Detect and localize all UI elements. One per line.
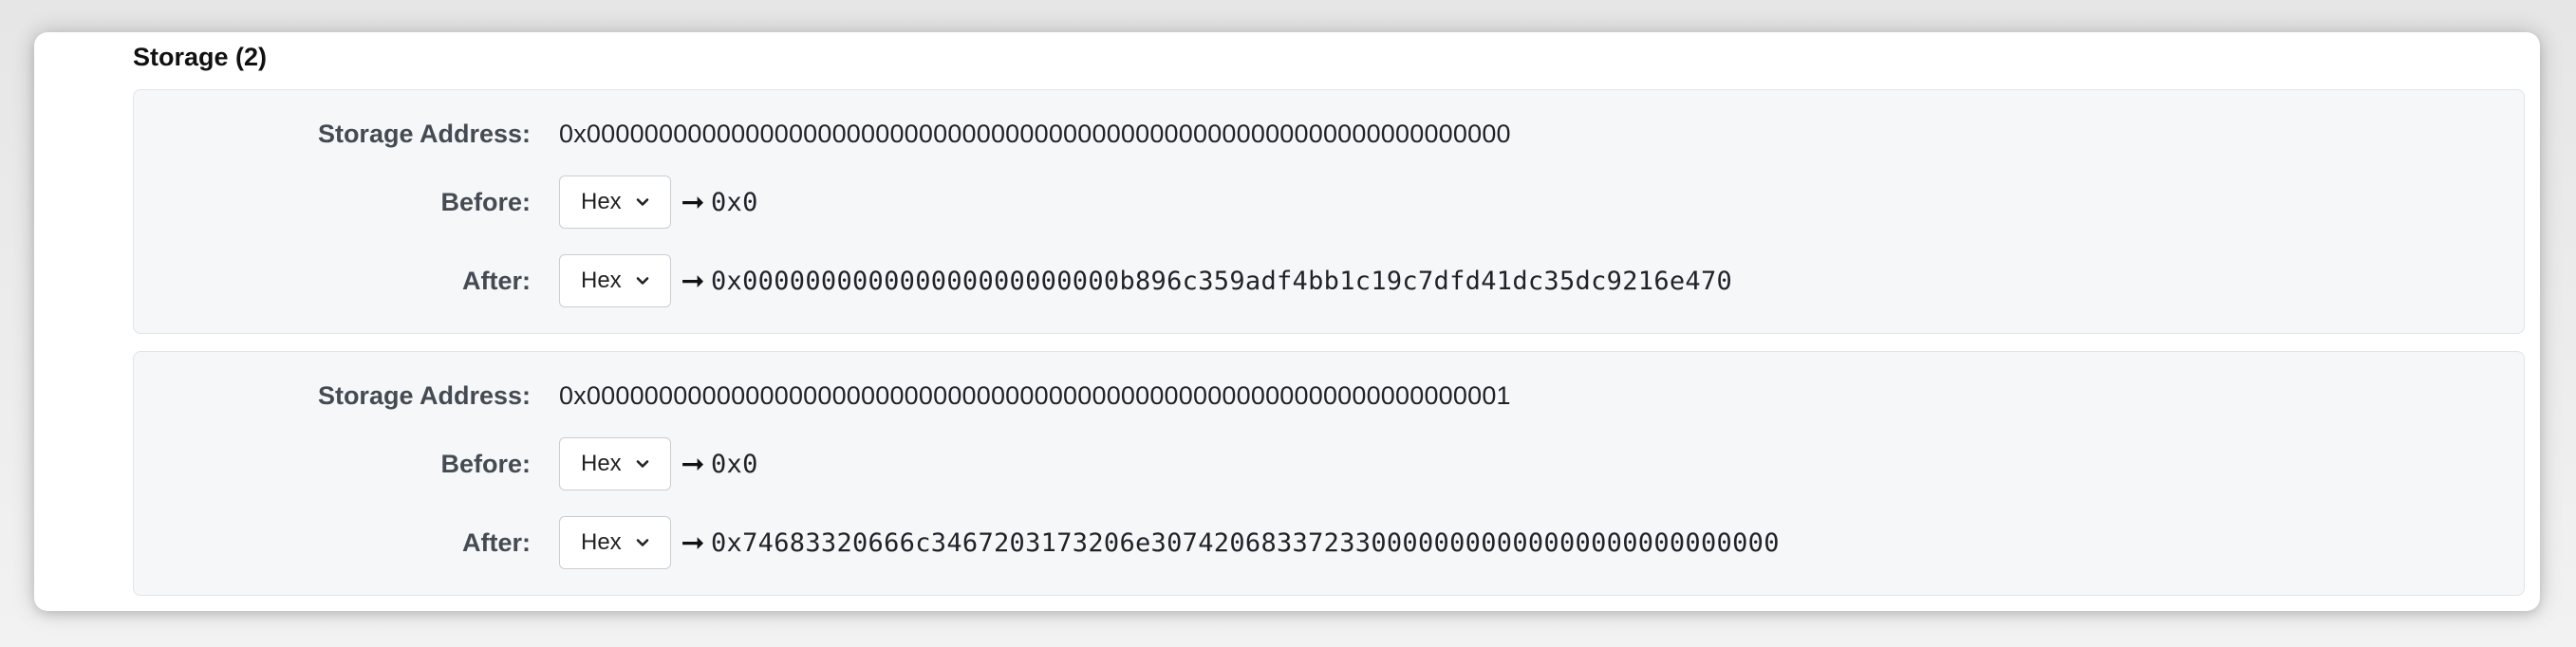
before-label: Before: [440,187,531,216]
section-title: Storage (2) [133,43,268,71]
after-format-value: Hex [581,268,622,293]
before-value: 0x0 [711,187,758,217]
after-label: After: [462,266,531,295]
after-value: 0x74683320666c3467203173206e307420683372… [711,527,1780,558]
storage-address-value: 0x00000000000000000000000000000000000000… [559,119,1511,148]
after-row: After: Hex ➞ 0x74683320666c3467203173206… [134,514,2524,571]
after-label: After: [462,527,531,557]
after-format-select[interactable]: Hex [559,254,671,307]
storage-address-value: 0x00000000000000000000000000000000000000… [559,380,1511,410]
storage-address-row: Storage Address: 0x000000000000000000000… [134,367,2524,424]
arrow-right-icon: ➞ [681,448,705,480]
before-format-value: Hex [581,451,622,476]
storage-address-label: Storage Address: [317,380,531,410]
arrow-right-icon: ➞ [681,527,705,559]
chevron-down-icon [636,539,648,546]
storage-entry: Storage Address: 0x000000000000000000000… [133,351,2525,596]
storage-card: Storage (2) Storage Address: 0x000000000… [34,32,2540,611]
arrow-right-icon: ➞ [681,186,705,218]
after-value: 0x000000000000000000000000b896c359adf4bb… [711,266,1733,296]
after-row: After: Hex ➞ 0x000000000000000000000000b… [134,252,2524,309]
after-format-select[interactable]: Hex [559,516,671,569]
before-format-select[interactable]: Hex [559,176,671,229]
storage-entry: Storage Address: 0x000000000000000000000… [133,89,2525,334]
after-format-value: Hex [581,529,622,555]
chevron-down-icon [636,277,648,285]
before-label: Before: [440,449,531,478]
before-format-select[interactable]: Hex [559,437,671,490]
storage-address-row: Storage Address: 0x000000000000000000000… [134,105,2524,162]
before-row: Before: Hex ➞ 0x0 [134,435,2524,492]
chevron-down-icon [636,460,648,468]
chevron-down-icon [636,198,648,206]
before-row: Before: Hex ➞ 0x0 [134,174,2524,231]
before-value: 0x0 [711,449,758,479]
arrow-right-icon: ➞ [681,265,705,297]
storage-address-label: Storage Address: [317,119,531,148]
before-format-value: Hex [581,189,622,214]
